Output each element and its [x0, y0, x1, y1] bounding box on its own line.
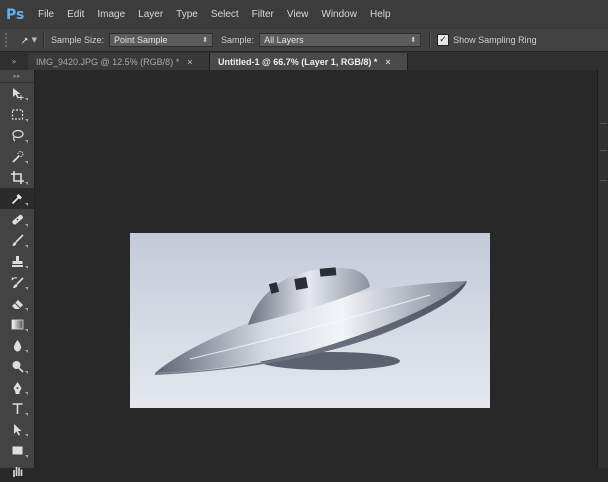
arrow-pointer-icon — [13, 424, 21, 436]
history-brush-tool[interactable] — [0, 272, 34, 293]
eraser-tool[interactable] — [0, 293, 34, 314]
crop-tool[interactable] — [0, 167, 34, 188]
sample-label: Sample: — [221, 35, 255, 45]
hand-tool[interactable] — [0, 461, 34, 482]
dodge-icon — [12, 361, 24, 373]
tools-panel-header[interactable]: ▸▸ — [0, 70, 34, 83]
sample-size-select[interactable]: Point Sample ⬍ — [109, 33, 214, 47]
move-icon — [12, 88, 23, 100]
checkmark-icon: ✓ — [439, 35, 447, 45]
pen-tool[interactable] — [0, 377, 34, 398]
blur-tool[interactable] — [0, 335, 34, 356]
eraser-icon — [11, 300, 23, 309]
move-tool[interactable] — [0, 83, 34, 104]
marquee-icon — [11, 109, 23, 120]
dodge-tool[interactable] — [0, 356, 34, 377]
menu-layer[interactable]: Layer — [138, 9, 163, 20]
type-tool[interactable] — [0, 398, 34, 419]
history-brush-icon — [11, 277, 24, 288]
menu-image[interactable]: Image — [97, 9, 125, 20]
menu-file[interactable]: File — [38, 9, 54, 20]
options-bar: ▼ Sample Size: Point Sample ⬍ Sample: Al… — [0, 29, 608, 52]
tab-label: IMG_9420.JPG @ 12.5% (RGB/8) * — [36, 56, 180, 67]
menu-view[interactable]: View — [287, 9, 309, 20]
select-arrows-icon: ⬍ — [202, 37, 209, 44]
lasso-tool[interactable] — [0, 125, 34, 146]
document-tabs: » IMG_9420.JPG @ 12.5% (RGB/8) * × Untit… — [0, 52, 608, 70]
tab-label: Untitled-1 @ 66.7% (Layer 1, RGB/8) * — [218, 56, 378, 67]
quick-selection-icon — [11, 151, 23, 163]
gradient-tool[interactable] — [0, 314, 34, 335]
dock-divider — [600, 180, 607, 181]
tab-img-9420[interactable]: IMG_9420.JPG @ 12.5% (RGB/8) * × — [28, 53, 210, 70]
menu-type[interactable]: Type — [176, 9, 198, 20]
lasso-icon — [11, 129, 24, 142]
close-icon[interactable]: × — [187, 57, 192, 67]
spot-healing-tool[interactable] — [0, 209, 34, 230]
marquee-tool[interactable] — [0, 104, 34, 125]
eyedropper-tool[interactable] — [0, 188, 34, 209]
menu-edit[interactable]: Edit — [67, 9, 84, 20]
divider — [43, 32, 45, 48]
options-bar-grip[interactable] — [5, 33, 13, 47]
bandage-icon — [11, 214, 23, 225]
chevron-down-icon: ▼ — [31, 36, 37, 44]
tab-untitled-1[interactable]: Untitled-1 @ 66.7% (Layer 1, RGB/8) * × — [210, 53, 408, 70]
tool-preset-picker[interactable]: ▼ — [21, 32, 37, 48]
sample-value: All Layers — [264, 35, 304, 45]
select-arrows-icon: ⬍ — [410, 37, 417, 44]
brush-icon — [12, 234, 24, 246]
clone-stamp-tool[interactable] — [0, 251, 34, 272]
rectangle-tool[interactable] — [0, 440, 34, 461]
pen-icon — [13, 382, 21, 394]
type-icon — [12, 403, 22, 414]
eyedropper-icon — [11, 194, 22, 205]
droplet-icon — [13, 340, 21, 352]
dock-divider — [600, 150, 607, 151]
tools-panel: ▸▸ — [0, 70, 35, 477]
brush-tool[interactable] — [0, 230, 34, 251]
photoshop-logo: Ps — [6, 6, 25, 23]
menu-help[interactable]: Help — [370, 9, 391, 20]
collapse-panels-icon[interactable]: » — [0, 52, 28, 70]
eyedropper-icon — [21, 37, 28, 44]
menu-filter[interactable]: Filter — [252, 9, 274, 20]
menu-bar: Ps File Edit Image Layer Type Select Fil… — [0, 0, 608, 30]
gradient-icon — [11, 319, 23, 330]
crop-icon — [10, 171, 24, 184]
sample-select[interactable]: All Layers ⬍ — [259, 33, 422, 47]
show-sampling-ring-label: Show Sampling Ring — [453, 35, 537, 45]
right-panel-dock — [597, 70, 608, 468]
sample-size-value: Point Sample — [114, 35, 168, 45]
menu-select[interactable]: Select — [211, 9, 239, 20]
divider — [429, 32, 432, 48]
sample-size-label: Sample Size: — [51, 35, 105, 45]
show-sampling-ring-checkbox[interactable]: ✓ — [437, 34, 450, 46]
stamp-icon — [11, 256, 23, 267]
rectangle-icon — [12, 446, 22, 455]
quick-selection-tool[interactable] — [0, 146, 34, 167]
menu-window[interactable]: Window — [321, 9, 357, 20]
close-icon[interactable]: × — [385, 57, 390, 67]
document-canvas[interactable] — [130, 233, 490, 408]
path-selection-tool[interactable] — [0, 419, 34, 440]
dock-divider — [600, 123, 607, 124]
hand-icon — [12, 467, 22, 477]
